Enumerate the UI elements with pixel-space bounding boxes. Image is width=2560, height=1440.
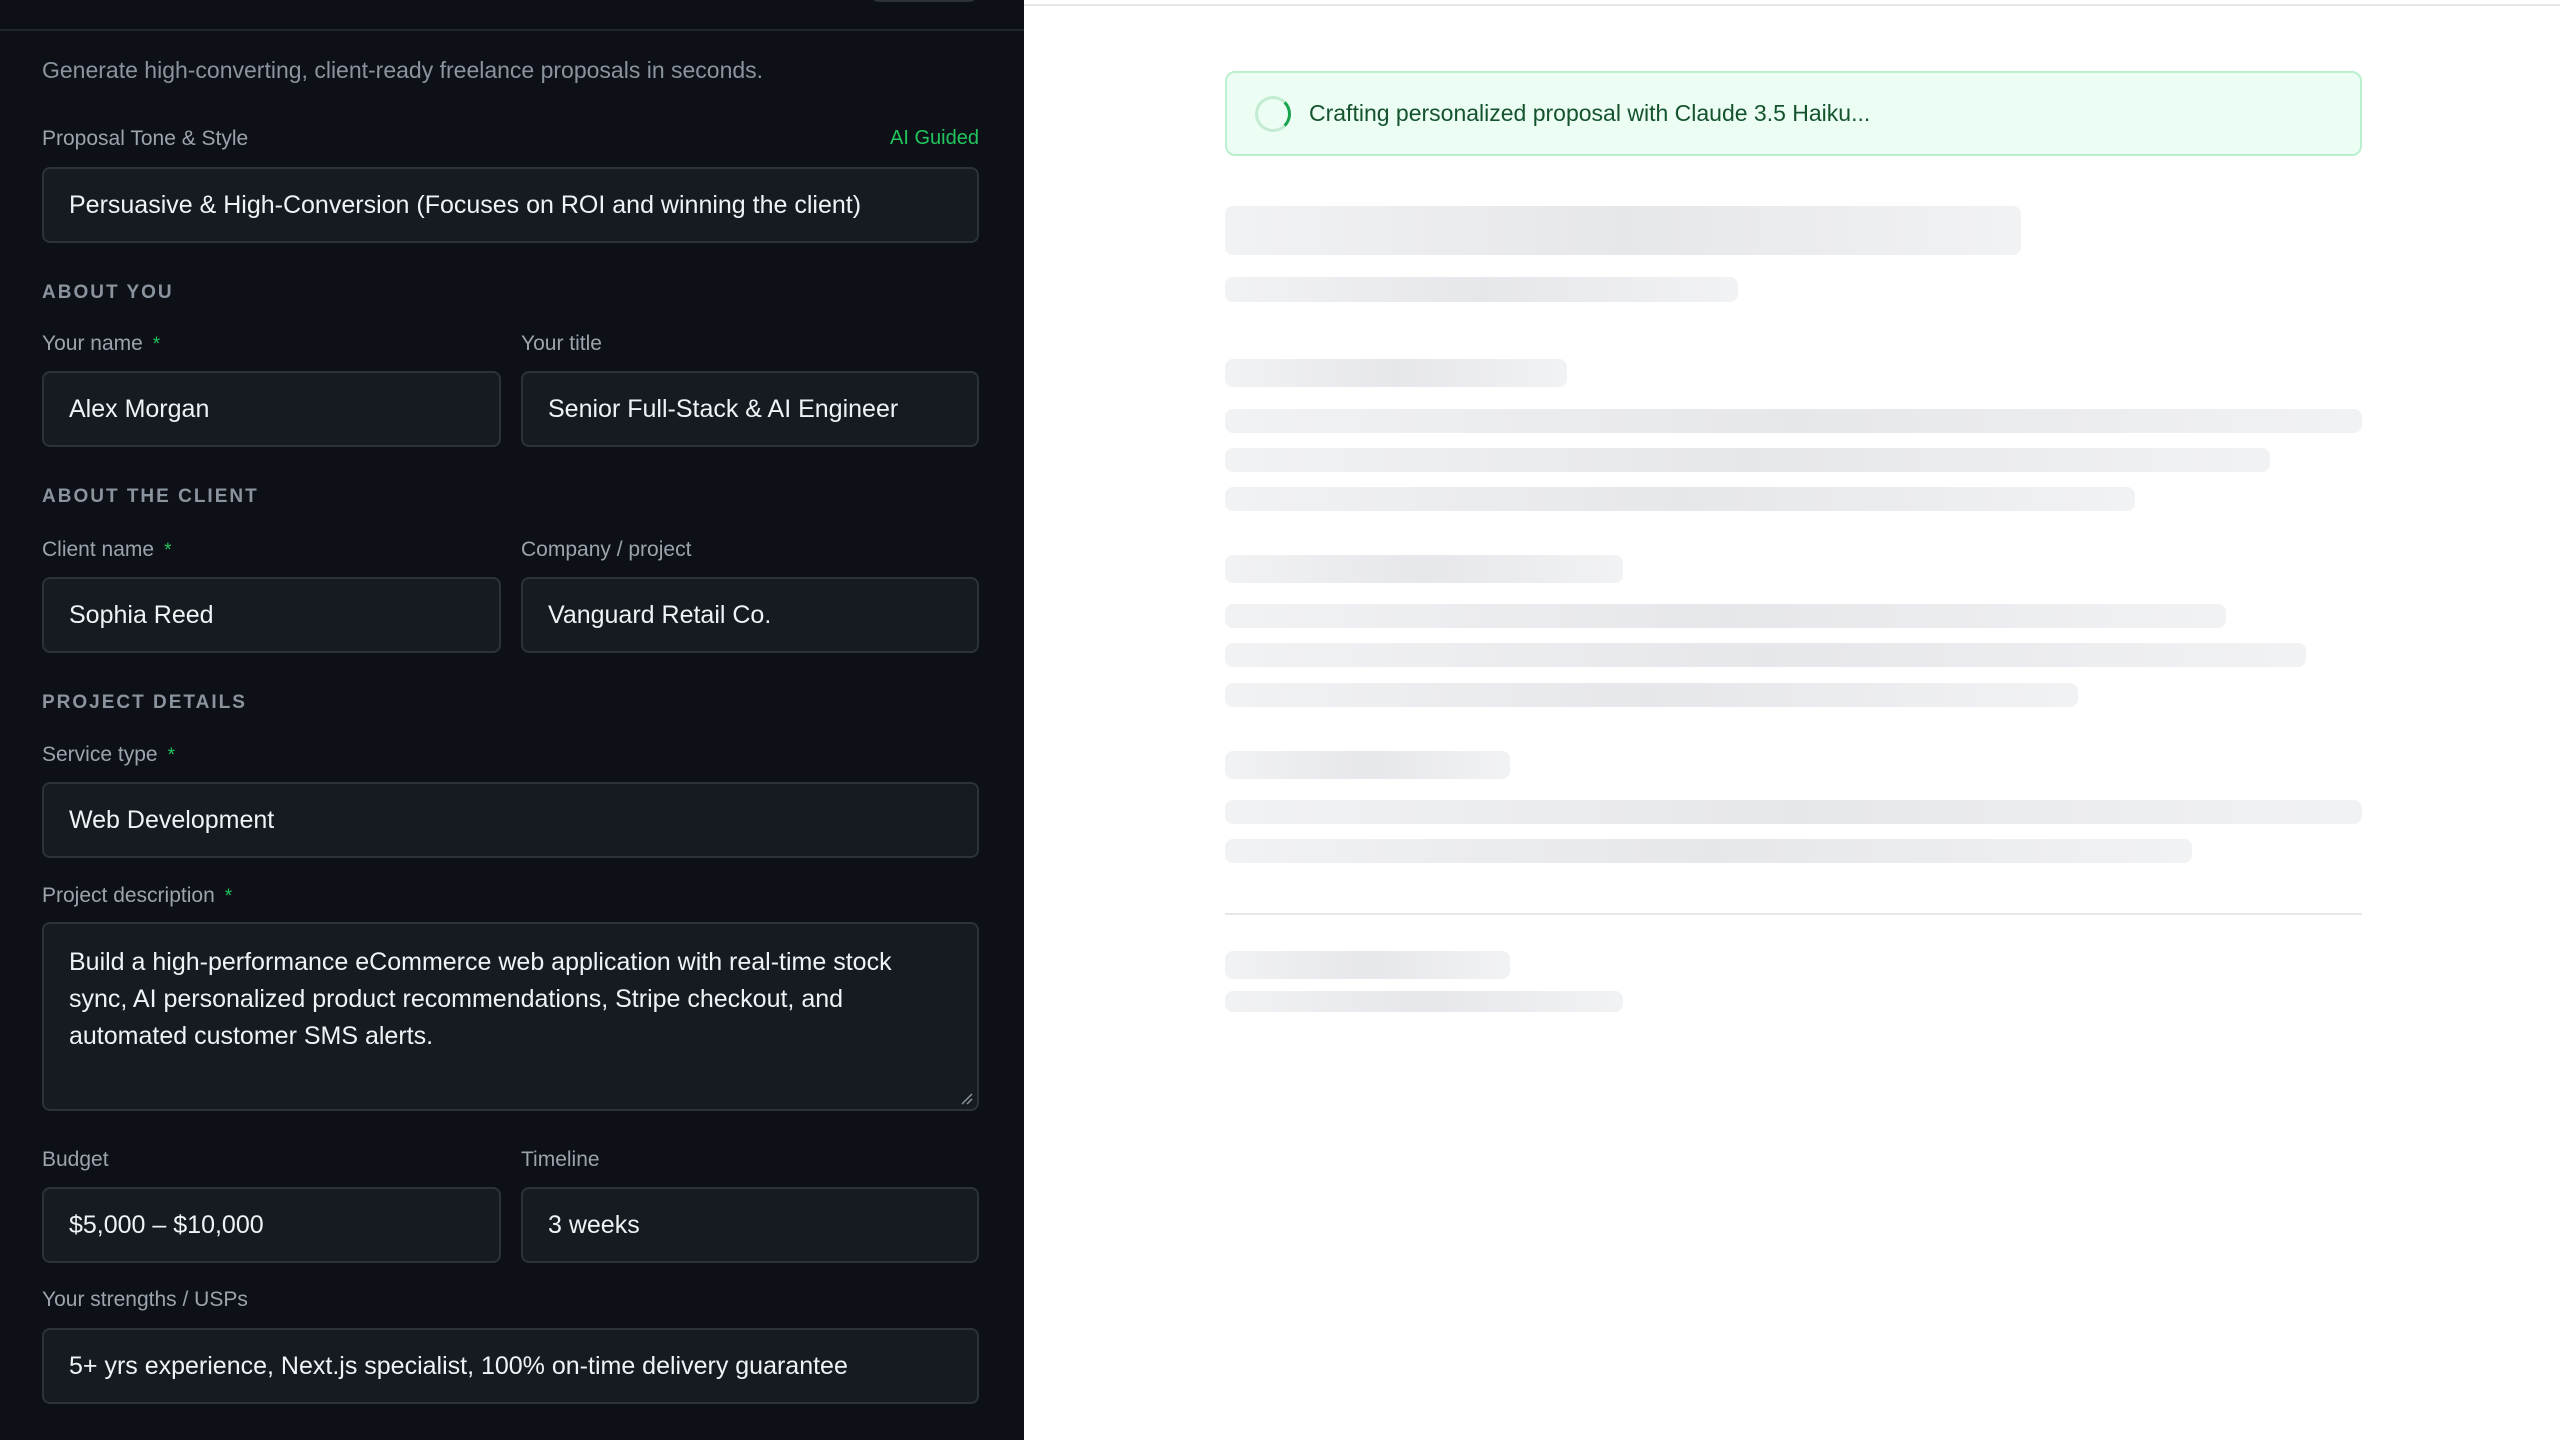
status-text: Crafting personalized proposal with Clau… bbox=[1309, 100, 1871, 126]
budget-input[interactable]: $5,000 – $10,000 bbox=[42, 1187, 501, 1263]
description-label: Project description * bbox=[42, 884, 233, 907]
your-name-input[interactable]: Alex Morgan bbox=[42, 371, 501, 447]
skeleton-heading bbox=[1225, 555, 1623, 583]
section-about-you: ABOUT YOU bbox=[42, 282, 174, 303]
skeleton-line bbox=[1225, 409, 2362, 433]
required-marker: * bbox=[224, 886, 233, 907]
proposal-form-panel: Generate high-converting, client-ready f… bbox=[0, 0, 1024, 1440]
description-line: sync, AI personalized product recommenda… bbox=[69, 985, 844, 1013]
skeleton-line bbox=[1225, 683, 2078, 707]
strengths-input[interactable]: 5+ yrs experience, Next.js specialist, 1… bbox=[42, 1328, 979, 1404]
client-name-input[interactable]: Sophia Reed bbox=[42, 577, 501, 653]
ai-guided-badge: AI Guided bbox=[890, 127, 979, 149]
skeleton-divider bbox=[1225, 913, 2362, 915]
required-marker: * bbox=[164, 540, 172, 561]
skeleton-line bbox=[1225, 643, 2306, 667]
required-marker: * bbox=[167, 745, 175, 766]
proposal-output-panel: Crafting personalized proposal with Clau… bbox=[1024, 0, 2560, 1440]
your-name-label: Your name * bbox=[42, 332, 161, 355]
skeleton-line bbox=[1225, 448, 2270, 472]
project-description-textarea[interactable]: Build a high-performance eCommerce web a… bbox=[42, 922, 979, 1111]
skeleton-title bbox=[1225, 206, 2021, 255]
client-name-label: Client name * bbox=[42, 538, 172, 561]
loading-spinner-icon bbox=[1255, 95, 1291, 132]
form-subtitle: Generate high-converting, client-ready f… bbox=[42, 57, 764, 83]
header-button[interactable] bbox=[872, 0, 976, 2]
timeline-input[interactable]: 3 weeks bbox=[521, 1187, 979, 1263]
budget-label: Budget bbox=[42, 1148, 109, 1171]
your-title-input[interactable]: Senior Full-Stack & AI Engineer bbox=[521, 371, 979, 447]
skeleton-line bbox=[1225, 839, 2192, 863]
skeleton-line bbox=[1225, 487, 2135, 511]
skeleton-heading bbox=[1225, 359, 1567, 387]
skeleton-line bbox=[1225, 604, 2226, 628]
service-type-select[interactable]: Web Development bbox=[42, 782, 979, 858]
company-label: Company / project bbox=[521, 538, 692, 561]
resize-handle-icon[interactable] bbox=[959, 1091, 973, 1105]
your-title-label: Your title bbox=[521, 332, 602, 355]
description-line: Build a high-performance eCommerce web a… bbox=[69, 948, 892, 976]
timeline-label: Timeline bbox=[521, 1148, 600, 1171]
skeleton-subtitle bbox=[1225, 277, 1738, 302]
company-input[interactable]: Vanguard Retail Co. bbox=[521, 577, 979, 653]
output-header bbox=[1024, 0, 2560, 6]
section-about-client: ABOUT THE CLIENT bbox=[42, 486, 259, 507]
skeleton-line bbox=[1225, 991, 1623, 1012]
required-marker: * bbox=[152, 334, 161, 355]
skeleton-heading bbox=[1225, 751, 1510, 779]
panel-header bbox=[0, 0, 1024, 31]
generating-status-banner: Crafting personalized proposal with Clau… bbox=[1225, 71, 2362, 156]
skeleton-heading bbox=[1225, 951, 1510, 979]
skeleton-line bbox=[1225, 800, 2362, 824]
description-line: automated customer SMS alerts. bbox=[69, 1022, 434, 1050]
tone-select[interactable]: Persuasive & High-Conversion (Focuses on… bbox=[42, 167, 979, 243]
service-type-label: Service type * bbox=[42, 743, 175, 766]
section-project-details: PROJECT DETAILS bbox=[42, 692, 247, 713]
tone-label: Proposal Tone & Style bbox=[42, 127, 249, 150]
strengths-label: Your strengths / USPs bbox=[42, 1288, 248, 1311]
